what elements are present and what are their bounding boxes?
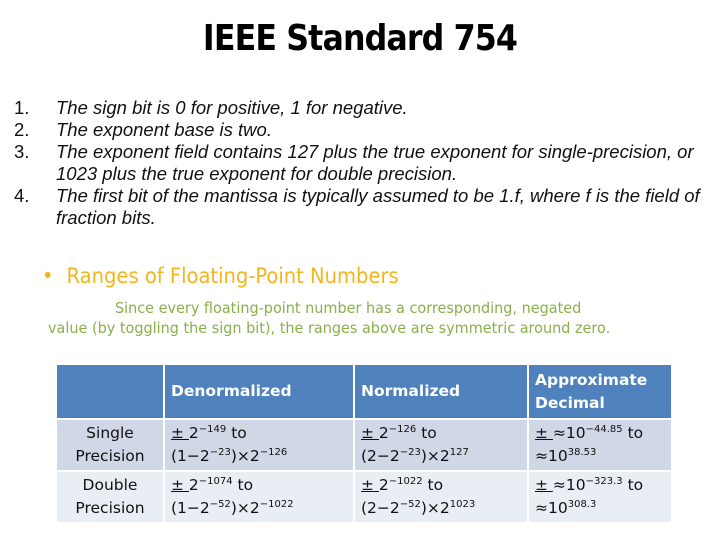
exponent: 308.3 [567, 499, 597, 510]
rules-list: 1. The sign bit is 0 for positive, 1 for … [14, 97, 714, 229]
value-text: ≈10 [552, 476, 586, 494]
row-label-line: Double [82, 476, 138, 494]
rule-text: The exponent base is two. [56, 119, 272, 140]
denormalized-cell: ± 2−1074 to (1−2−52)×2−1022 [165, 472, 353, 522]
header-cell-approximate-decimal: Approximate Decimal [529, 365, 671, 418]
row-label-line: Precision [75, 447, 145, 465]
row-label-line: Single [86, 424, 134, 442]
value-text: to [622, 476, 644, 494]
rule-item: 1. The sign bit is 0 for positive, 1 for … [14, 97, 714, 119]
value-text: (2−2 [361, 447, 400, 465]
rule-text: The exponent field contains 127 plus the… [56, 141, 694, 184]
value-text: ≈10 [535, 447, 568, 465]
normalized-cell: ± 2−1022 to (2−2−52)×21023 [355, 472, 527, 522]
row-label-line: Precision [75, 499, 145, 517]
rule-item: 4. The first bit of the mantissa is typic… [14, 185, 714, 229]
plus-minus: ± [361, 424, 379, 442]
table-row: Single Precision ± 2−149 to (1−2−23)×2−126… [57, 420, 671, 470]
exponent: −323.3 [585, 476, 623, 487]
page-title: IEEE Standard 754 [202, 18, 518, 59]
exponent: −52 [209, 499, 231, 510]
exponent: −1074 [198, 476, 233, 487]
exponent: −126 [388, 424, 417, 435]
rule-text: The sign bit is 0 for positive, 1 for ne… [56, 97, 408, 118]
exponent: −23 [399, 447, 421, 458]
rule-number: 2. [14, 119, 30, 140]
rule-text: The first bit of the mantissa is typical… [56, 185, 700, 228]
value-text: ≈10 [535, 499, 568, 517]
exponent: −126 [259, 447, 288, 458]
table-header-row: Denormalized Normalized Approximate Deci… [57, 365, 671, 418]
value-text: to [416, 424, 437, 442]
rule-item: 2. The exponent base is two. [14, 119, 714, 141]
value-text: to [622, 424, 644, 442]
exponent: 38.53 [567, 447, 597, 458]
value-text: )×2 [230, 499, 260, 517]
row-label: Single Precision [57, 420, 163, 470]
bullet-icon: • [42, 264, 54, 288]
ranges-table: Denormalized Normalized Approximate Deci… [55, 363, 673, 524]
plus-minus: ± [535, 476, 553, 494]
exponent: −149 [198, 424, 227, 435]
note-line: value (by toggling the sign bit), the ra… [48, 319, 611, 337]
exponent: 1023 [449, 499, 476, 510]
value-text: 2 [378, 424, 389, 442]
value-text: )×2 [230, 447, 260, 465]
exponent: −44.85 [585, 424, 623, 435]
row-label: Double Precision [57, 472, 163, 522]
value-text: (1−2 [171, 447, 210, 465]
approx-decimal-cell: ± ≈10−323.3 to ≈10308.3 [529, 472, 671, 522]
value-text: 2 [378, 476, 389, 494]
value-text: 2 [188, 476, 199, 494]
value-text: to [422, 476, 444, 494]
plus-minus: ± [171, 476, 189, 494]
rule-number: 3. [14, 141, 30, 162]
exponent: −1022 [388, 476, 423, 487]
value-text: 2 [188, 424, 199, 442]
exponent: 127 [449, 447, 469, 458]
table-row: Double Precision ± 2−1074 to (1−2−52)×2−10… [57, 472, 671, 522]
rule-number: 4. [14, 185, 30, 206]
header-cell-normalized: Normalized [355, 365, 527, 418]
value-text: (2−2 [361, 499, 400, 517]
header-cell-denormalized: Denormalized [165, 365, 353, 418]
approx-decimal-cell: ± ≈10−44.85 to ≈1038.53 [529, 420, 671, 470]
header-cell-empty [57, 365, 163, 418]
plus-minus: ± [535, 424, 553, 442]
section-heading-text: Ranges of Floating-Point Numbers [66, 264, 399, 288]
section-note: Since every floating-point number has a … [48, 298, 643, 338]
exponent: −1022 [259, 499, 294, 510]
section-heading: • Ranges of Floating-Point Numbers [42, 264, 399, 288]
plus-minus: ± [361, 476, 379, 494]
plus-minus: ± [171, 424, 189, 442]
rule-item: 3. The exponent field contains 127 plus t… [14, 141, 714, 185]
normalized-cell: ± 2−126 to (2−2−23)×2127 [355, 420, 527, 470]
exponent: −52 [399, 499, 421, 510]
value-text: ≈10 [552, 424, 586, 442]
note-line: Since every floating-point number has a … [114, 299, 582, 317]
value-text: (1−2 [171, 499, 210, 517]
rule-number: 1. [14, 97, 30, 118]
value-text: )×2 [420, 499, 450, 517]
denormalized-cell: ± 2−149 to (1−2−23)×2−126 [165, 420, 353, 470]
value-text: )×2 [420, 447, 450, 465]
value-text: to [226, 424, 247, 442]
exponent: −23 [209, 447, 231, 458]
value-text: to [232, 476, 254, 494]
